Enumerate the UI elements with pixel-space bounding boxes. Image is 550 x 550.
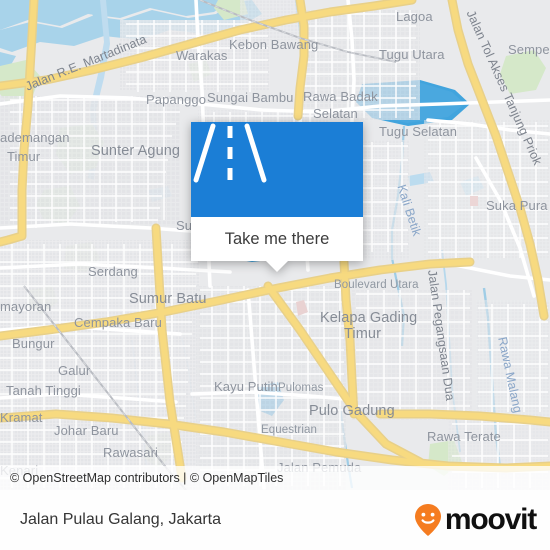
popup-header bbox=[191, 122, 363, 217]
popup-pointer-tail bbox=[266, 261, 288, 272]
moovit-map-screen: Lagoa Kebon Bawang Warakas Tugu Utara Semper… bbox=[0, 0, 550, 550]
location-title: Jalan Pulau Galang, Jakarta bbox=[20, 511, 222, 528]
map-canvas[interactable]: Lagoa Kebon Bawang Warakas Tugu Utara Semper… bbox=[0, 0, 550, 490]
attribution-text: © OpenStreetMap contributors | © OpenMap… bbox=[10, 471, 284, 485]
destination-popup-card[interactable]: Take me there bbox=[191, 122, 363, 272]
moovit-logo[interactable]: moovit bbox=[413, 503, 537, 537]
popup-action-row[interactable]: Take me there bbox=[191, 217, 363, 261]
road-icon bbox=[193, 123, 267, 183]
map-attribution-bar: © OpenStreetMap contributors | © OpenMap… bbox=[0, 466, 550, 490]
moovit-wordmark: moovit bbox=[444, 503, 537, 536]
take-me-there-label: Take me there bbox=[224, 229, 330, 248]
footer-bar: Jalan Pulau Galang, Jakarta moovit bbox=[0, 490, 550, 550]
moovit-pin-smiley-icon bbox=[414, 504, 441, 536]
